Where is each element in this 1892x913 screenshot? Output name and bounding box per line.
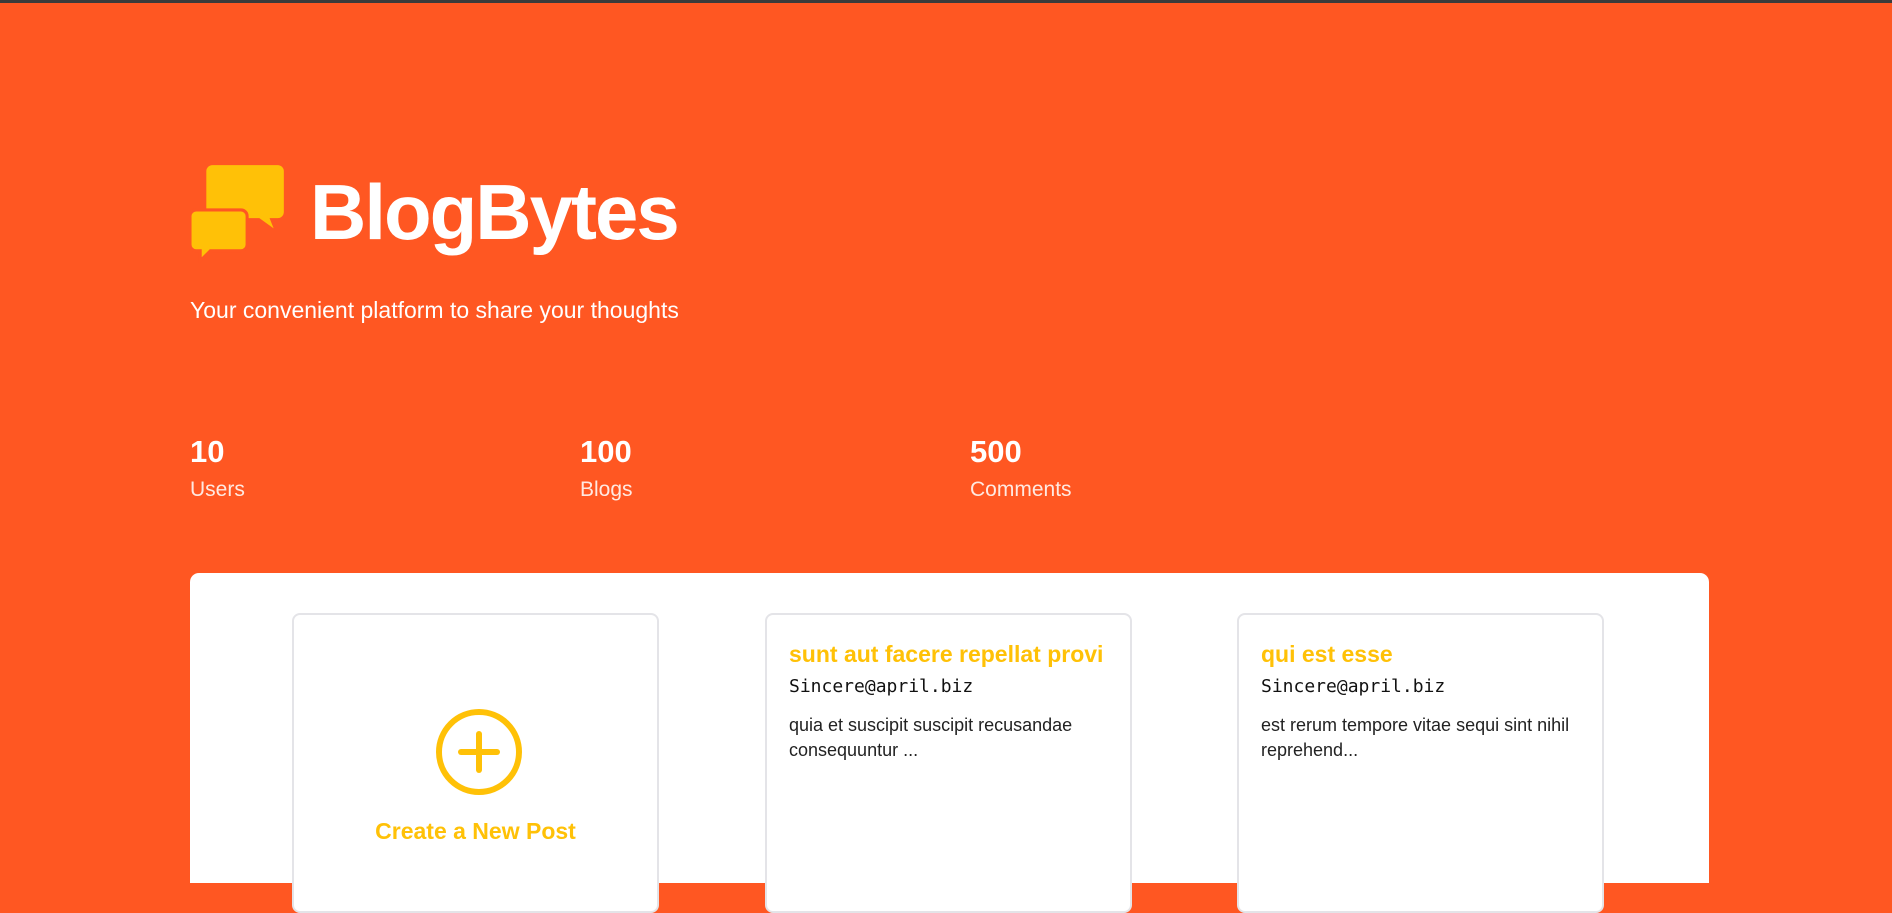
post-author: Sincere@april.biz: [1261, 676, 1446, 697]
stat-value: 10: [190, 434, 225, 469]
post-title[interactable]: sunt aut facere repellat provi: [789, 641, 1108, 668]
brand-header: BlogBytes: [190, 160, 680, 264]
chat-bubbles-icon: [190, 165, 284, 263]
plus-circle-icon[interactable]: [435, 708, 523, 796]
stat-label: Comments: [970, 478, 1072, 501]
stat-blogs: 100 Blogs: [580, 436, 633, 502]
post-excerpt: quia et suscipit suscipit recusandae con…: [789, 715, 1073, 760]
stat-label: Users: [190, 478, 245, 501]
create-post-label[interactable]: Create a New Post: [294, 818, 657, 845]
tagline: Your convenient platform to share your t…: [190, 297, 679, 323]
post-excerpt: est rerum tempore vitae sequi sint nihil…: [1261, 715, 1570, 760]
hero-section: BlogBytes Your convenient platform to sh…: [190, 0, 1710, 570]
stat-users: 10 Users: [190, 436, 245, 502]
brand-title: BlogBytes: [310, 168, 680, 256]
post-title[interactable]: qui est esse: [1261, 641, 1580, 668]
post-card[interactable]: sunt aut facere repellat provi Sincere@a…: [765, 613, 1132, 913]
post-author: Sincere@april.biz: [789, 676, 974, 697]
stat-label: Blogs: [580, 478, 633, 501]
create-post-card[interactable]: Create a New Post: [292, 613, 659, 913]
posts-panel: Create a New Post sunt aut facere repell…: [190, 573, 1709, 913]
post-card[interactable]: qui est esse Sincere@april.biz est rerum…: [1237, 613, 1604, 913]
stat-value: 500: [970, 434, 1022, 469]
stat-value: 100: [580, 434, 632, 469]
stat-comments: 500 Comments: [970, 436, 1072, 502]
